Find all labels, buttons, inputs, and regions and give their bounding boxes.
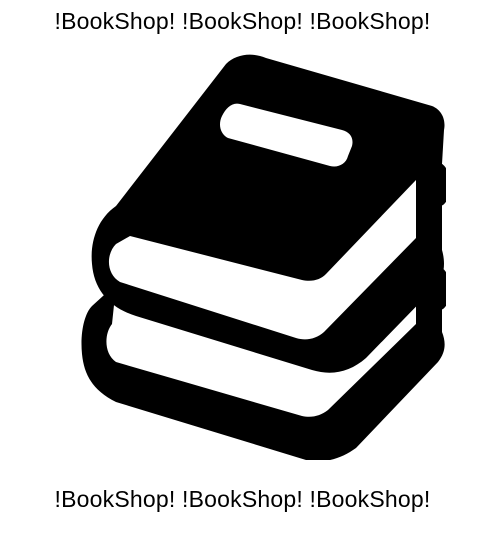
header-banner: !BookShop! !BookShop! !BookShop! xyxy=(54,8,431,34)
spine-bump-bottom xyxy=(432,266,446,311)
spine-bump-top xyxy=(432,162,446,207)
book-stack-icon xyxy=(81,54,446,460)
footer-banner: !BookShop! !BookShop! !BookShop! xyxy=(54,486,431,512)
